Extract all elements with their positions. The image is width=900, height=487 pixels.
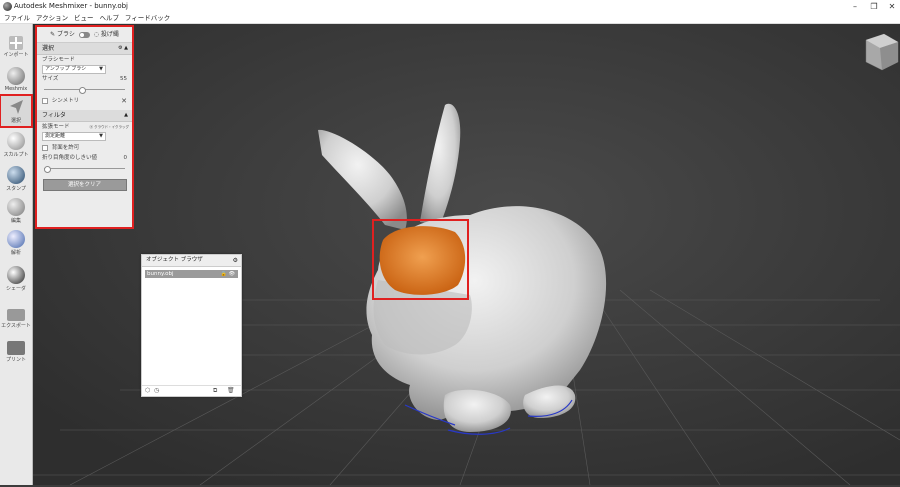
tool-select[interactable]: 選択 bbox=[0, 94, 33, 128]
meshmixer-app-icon bbox=[3, 2, 12, 11]
window-title: Autodesk Meshmixer - bunny.obj bbox=[14, 2, 129, 10]
menu-actions[interactable]: アクション bbox=[36, 14, 68, 23]
section-filter-header[interactable]: フィルタ ▲ bbox=[37, 110, 132, 122]
menu-file[interactable]: ファイル bbox=[4, 14, 30, 23]
brush-mode-value: アンフップ ブラシ bbox=[45, 66, 87, 72]
tool-meshmix[interactable]: Meshmix bbox=[1, 65, 31, 95]
object-browser-header: オブジェクト ブラウザ ⚙ bbox=[142, 255, 241, 267]
print-icon bbox=[7, 341, 25, 355]
gear-icon[interactable]: ⚙ bbox=[233, 255, 238, 266]
expand-mode-label: 拡張モード bbox=[42, 124, 70, 130]
menu-help[interactable]: ヘルプ bbox=[99, 14, 119, 23]
section-filter-title: フィルタ bbox=[42, 112, 66, 119]
section-select-header[interactable]: 選択 ⚙ ▲ bbox=[37, 43, 132, 55]
title-bar: Autodesk Meshmixer - bunny.obj – ❐ ✕ bbox=[0, 0, 900, 14]
shader-icon bbox=[7, 266, 25, 284]
wrench-icon[interactable]: ✕ bbox=[121, 96, 127, 106]
symmetry-label: シンメトリ bbox=[51, 98, 80, 104]
backface-label: 背面を許可 bbox=[51, 145, 80, 151]
brush-mode-label: ブラシモード bbox=[42, 57, 75, 63]
mode-brush-label[interactable]: ブラシ bbox=[57, 31, 75, 38]
meshmix-icon bbox=[7, 67, 25, 85]
trash-icon[interactable]: 🗑 bbox=[227, 386, 235, 396]
symmetry-checkbox[interactable] bbox=[42, 97, 48, 104]
mode-lasso-label[interactable]: 投げ縄 bbox=[101, 31, 119, 38]
expand-mode-select[interactable]: 測定距離 ▼ bbox=[42, 132, 106, 141]
list-item[interactable]: bunny.obj 🔒 👁 bbox=[145, 270, 238, 278]
minimize-icon[interactable]: – bbox=[847, 1, 863, 13]
backface-row: 背面を許可 bbox=[37, 143, 132, 153]
object-browser-footer: ⬡ ◷ ⧉ 🗑 bbox=[142, 385, 241, 396]
brush-small-icon: ✎ bbox=[50, 31, 56, 38]
menu-feedback[interactable]: フィードバック bbox=[125, 14, 170, 23]
size-row: サイズ 55 bbox=[37, 74, 132, 84]
tool-edit[interactable]: 編集 bbox=[1, 196, 31, 226]
chevron-down-icon: ▼ bbox=[99, 133, 103, 139]
expand-mode-value: 測定距離 bbox=[45, 133, 66, 139]
object-name: bunny.obj bbox=[147, 271, 174, 277]
expand-mode-hint: ⓐ クラウド・イクラッグ bbox=[89, 125, 129, 129]
clear-selection-button[interactable]: 選択をクリア bbox=[42, 179, 127, 191]
size-slider-knob[interactable] bbox=[79, 87, 87, 94]
brush-icon bbox=[7, 132, 25, 150]
lasso-icon: ◌ bbox=[93, 31, 99, 38]
selection-mode-toggle: ✎ ブラシ ◌ 投げ縄 bbox=[37, 27, 132, 43]
tool-import[interactable]: インポート bbox=[1, 32, 31, 62]
symmetry-row: シンメトリ ✕ bbox=[37, 96, 132, 106]
tool-shader[interactable]: シェーダ bbox=[1, 264, 31, 294]
object-browser: オブジェクト ブラウザ ⚙ bunny.obj 🔒 👁 ⬡ ◷ ⧉ 🗑 bbox=[141, 254, 242, 397]
edit-icon bbox=[7, 198, 25, 216]
size-slider[interactable] bbox=[44, 86, 125, 94]
tool-print[interactable]: プリント bbox=[1, 337, 31, 367]
menu-bar: ファイル アクション ビュー ヘルプ フィードバック bbox=[0, 14, 900, 24]
crease-value: 0 bbox=[123, 155, 128, 161]
analysis-icon bbox=[7, 230, 25, 248]
crease-slider-knob[interactable] bbox=[44, 166, 51, 173]
size-label: サイズ bbox=[42, 76, 59, 82]
crease-label: 折り目角度のしきい値 bbox=[42, 155, 98, 161]
plus-icon bbox=[9, 36, 23, 50]
expand-mode-row: 拡張モード ⓐ クラウド・イクラッグ bbox=[37, 122, 132, 132]
backface-checkbox[interactable] bbox=[42, 144, 48, 151]
tool-export[interactable]: エクスポート bbox=[1, 304, 31, 334]
crease-slider-track bbox=[44, 168, 125, 169]
section-select-title: 選択 bbox=[42, 45, 55, 52]
tool-analysis[interactable]: 解析 bbox=[1, 228, 31, 258]
close-icon[interactable]: ✕ bbox=[884, 1, 900, 13]
view-cube-icon[interactable] bbox=[865, 33, 899, 71]
stamp-icon bbox=[7, 166, 25, 184]
mode-toggle-switch[interactable] bbox=[78, 31, 90, 38]
brush-mode-select[interactable]: アンフップ ブラシ ▼ bbox=[42, 65, 106, 74]
settings-and-collapse-icon[interactable]: ⚙ ▲ bbox=[118, 43, 128, 54]
left-toolbar: インポート Meshmix 選択 スカルプト スタンプ 編集 解析 シェーダ エ… bbox=[0, 24, 33, 485]
collapse-icon[interactable]: ▲ bbox=[124, 110, 128, 121]
crease-row: 折り目角度のしきい値 0 bbox=[37, 153, 132, 163]
duplicate-icon[interactable]: ⧉ bbox=[213, 386, 217, 396]
selected-region bbox=[379, 226, 466, 295]
size-value: 55 bbox=[120, 76, 127, 82]
restore-icon[interactable]: ❐ bbox=[866, 1, 882, 13]
select-arrow-icon bbox=[7, 98, 25, 116]
cube-icon[interactable]: ⬡ bbox=[145, 386, 150, 396]
menu-view[interactable]: ビュー bbox=[74, 14, 94, 23]
clock-icon[interactable]: ◷ bbox=[154, 386, 159, 396]
crease-slider[interactable] bbox=[44, 165, 125, 173]
tool-sculpt[interactable]: スカルプト bbox=[1, 130, 31, 160]
select-tool-panel: ✎ ブラシ ◌ 投げ縄 選択 ⚙ ▲ ブラシモード アンフップ ブラシ ▼ サイ… bbox=[35, 25, 134, 229]
tool-stamp[interactable]: スタンプ bbox=[1, 164, 31, 194]
chevron-down-icon: ▼ bbox=[99, 66, 103, 72]
export-icon bbox=[7, 309, 25, 321]
lock-and-eye-icon[interactable]: 🔒 👁 bbox=[221, 270, 235, 278]
object-browser-title: オブジェクト ブラウザ bbox=[146, 257, 203, 263]
